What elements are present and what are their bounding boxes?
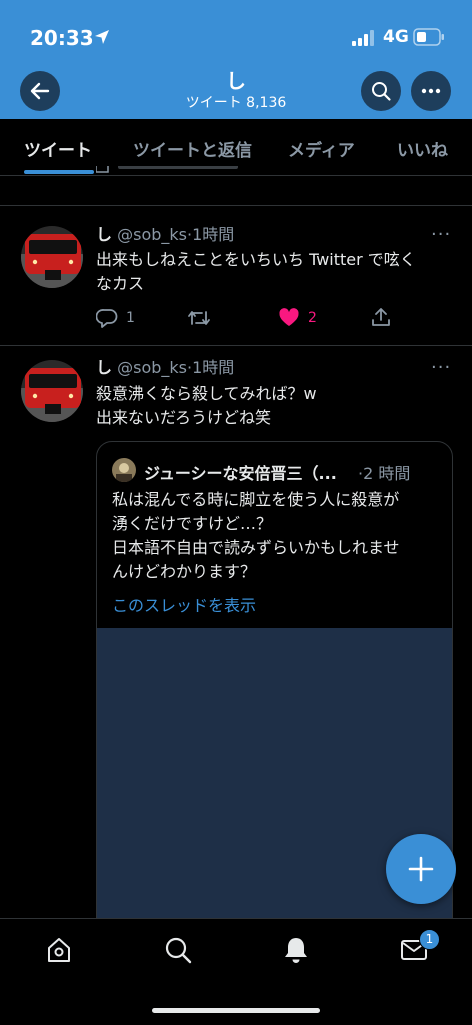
home-icon xyxy=(48,938,70,962)
profile-name: し xyxy=(226,69,246,93)
nav-explore[interactable] xyxy=(163,935,193,969)
nav-notifications[interactable] xyxy=(281,935,311,969)
more-icon xyxy=(421,88,441,94)
show-thread-link[interactable]: このスレッドを表示 xyxy=(112,592,256,616)
share-icon xyxy=(372,308,390,326)
quoted-text-line: 私は混んでる時に脚立を使う人に殺意が xyxy=(112,490,400,509)
retweet-button[interactable] xyxy=(187,307,211,329)
bottom-navigation: 1 xyxy=(0,918,472,1025)
compose-button[interactable] xyxy=(386,834,456,904)
status-time: 20:33 xyxy=(30,26,94,50)
tweet-time: ·1時間 xyxy=(187,225,235,244)
bell-icon xyxy=(285,938,307,963)
tweet-divider xyxy=(0,205,472,206)
tweet-handle[interactable]: @sob_ks xyxy=(117,225,187,244)
reply-button[interactable]: 1 xyxy=(96,307,135,329)
tweet-text-line: 出来もしねえことをいちいち Twitter で呟く xyxy=(96,250,416,269)
tab-tweets[interactable]: ツイート xyxy=(24,136,92,161)
home-indicator xyxy=(152,1008,320,1013)
profile-header: 20:33 4G し ツイート 8,136 xyxy=(0,0,472,119)
network-type: 4G xyxy=(383,27,409,47)
tweet-more-icon[interactable]: ··· xyxy=(431,226,451,244)
signal-icon xyxy=(352,30,374,46)
heart-icon xyxy=(279,308,299,326)
location-arrow-icon xyxy=(95,30,109,44)
tweet-handle[interactable]: @sob_ks xyxy=(117,358,187,377)
avatar[interactable] xyxy=(21,226,83,288)
quoted-text-line: 湧くだけですけど…？ xyxy=(112,514,273,533)
tweet-time: ·1時間 xyxy=(187,358,235,377)
like-count: 2 xyxy=(308,310,317,326)
tweet-text-line: 殺意沸くなら殺してみれば？w xyxy=(96,384,317,403)
search-button[interactable] xyxy=(361,71,401,111)
previous-tweet-fragment xyxy=(96,166,238,173)
nav-home[interactable] xyxy=(44,935,74,969)
search-icon xyxy=(372,82,391,101)
quoted-text-line: んけどわかります？ xyxy=(112,562,257,581)
share-button[interactable] xyxy=(370,306,392,328)
quoted-text-line: 日本語不自由で読みずらいかもしれませ xyxy=(112,538,400,557)
reply-icon xyxy=(96,309,118,328)
more-button[interactable] xyxy=(411,71,451,111)
quoted-author-name: ジューシーな安倍晋三（... xyxy=(144,464,337,483)
retweet-icon xyxy=(188,311,210,325)
quoted-text: 私は混んでる時に脚立を使う人に殺意が 湧くだけですけど…？ 日本語不自由で読みず… xyxy=(112,488,442,584)
quoted-avatar xyxy=(112,458,136,482)
tweet-text: 出来もしねえことをいちいち Twitter で呟く なカス xyxy=(96,248,446,296)
tweet-more-icon[interactable]: ··· xyxy=(431,359,451,377)
search-icon xyxy=(165,937,192,964)
active-tab-indicator xyxy=(24,170,94,174)
tab-tweets-and-replies[interactable]: ツイートと返信 xyxy=(133,136,252,161)
avatar[interactable] xyxy=(21,360,83,422)
battery-icon xyxy=(413,28,444,46)
tweet-count: ツイート 8,136 xyxy=(185,95,287,111)
like-button[interactable]: 2 xyxy=(278,307,317,329)
tweet-text-line: なカス xyxy=(96,274,145,293)
tweet-divider xyxy=(0,345,472,346)
tab-likes[interactable]: いいね xyxy=(397,136,448,161)
compose-icon xyxy=(408,856,434,882)
tweet-author-name[interactable]: し xyxy=(96,358,112,377)
tweet-text-line: 出来ないだろうけどね笑 xyxy=(96,408,272,427)
tweet-text: 殺意沸くなら殺してみれば？w 出来ないだろうけどね笑 xyxy=(96,382,446,430)
quoted-time: ·2 時間 xyxy=(358,464,411,483)
tweet-author-name[interactable]: し xyxy=(96,225,112,244)
reply-count: 1 xyxy=(126,310,135,326)
messages-badge: 1 xyxy=(419,929,440,950)
tab-media[interactable]: メディア xyxy=(288,136,355,161)
